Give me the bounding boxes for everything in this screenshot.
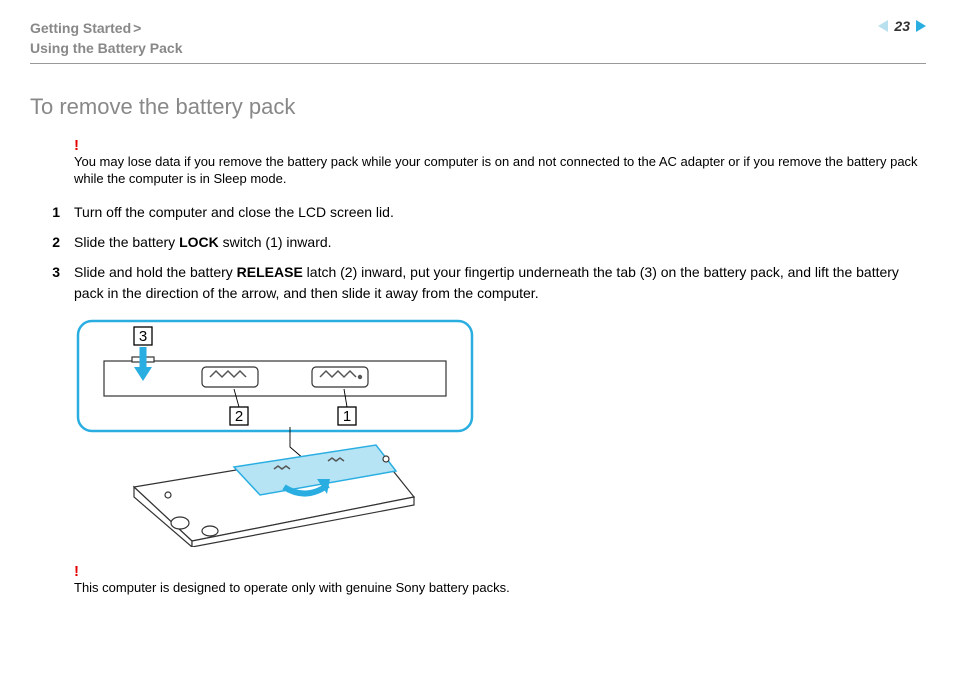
page-title: To remove the battery pack [30,94,926,120]
next-page-icon[interactable] [916,20,926,32]
callout-2: 2 [235,408,243,425]
warning-icon: ! [74,138,926,153]
page-navigation: 23 [878,18,926,34]
step-1: Turn off the computer and close the LCD … [74,202,926,222]
breadcrumb-page: Using the Battery Pack [30,40,183,56]
warning-top: ! You may lose data if you remove the ba… [74,138,926,188]
breadcrumb: Getting Started> Using the Battery Pack [30,18,183,59]
warning-text: You may lose data if you remove the batt… [74,154,918,187]
battery-diagram: RELEASE LOCK 3 2 1 [74,319,926,550]
warning-text: This computer is designed to operate onl… [74,580,510,595]
warning-bottom: ! This computer is designed to operate o… [74,564,926,597]
breadcrumb-separator: > [133,20,141,36]
page-header: Getting Started> Using the Battery Pack … [30,18,926,64]
page-number: 23 [894,18,910,34]
step-2: Slide the battery LOCK switch (1) inward… [74,232,926,252]
laptop-underside [134,445,414,547]
step-list: Turn off the computer and close the LCD … [74,202,926,303]
breadcrumb-section: Getting Started [30,20,131,36]
warning-icon: ! [74,564,926,579]
callout-1: 1 [343,408,351,425]
prev-page-icon[interactable] [878,20,888,32]
callout-3: 3 [139,328,147,345]
step-3: Slide and hold the battery RELEASE latch… [74,262,926,303]
